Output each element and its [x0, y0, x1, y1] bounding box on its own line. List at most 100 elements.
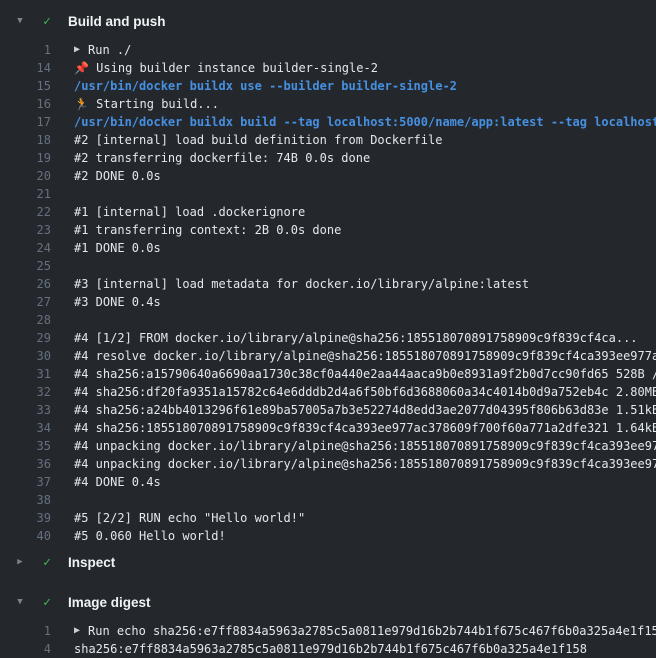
line-number-link[interactable]: 34: [0, 419, 51, 437]
log-line-text: #4 unpacking docker.io/library/alpine@sh…: [74, 455, 656, 473]
line-number-link[interactable]: 14: [0, 59, 51, 77]
log-line-text: /usr/bin/docker buildx build --tag local…: [74, 113, 656, 131]
log-line-text: /usr/bin/docker buildx use --builder bui…: [74, 77, 457, 95]
line-number-link[interactable]: 15: [0, 77, 51, 95]
log-line: 38: [0, 491, 656, 509]
line-number-link[interactable]: 19: [0, 149, 51, 167]
log-line: 30 #4 resolve docker.io/library/alpine@s…: [0, 347, 656, 365]
step-header[interactable]: ▶ ✓ Inspect: [0, 547, 656, 577]
log-line: 29 #4 [1/2] FROM docker.io/library/alpin…: [0, 329, 656, 347]
step-header[interactable]: ▼ ✓ Image digest: [0, 587, 656, 617]
log-line: 33 #4 sha256:a24bb4013296f61e89ba57005a7…: [0, 401, 656, 419]
line-number-link[interactable]: 25: [0, 257, 51, 275]
log-line: 21: [0, 185, 656, 203]
log-line: 16 🏃 Starting build...: [0, 95, 656, 113]
log-line-text: #4 sha256:df20fa9351a15782c64e6dddb2d4a6…: [74, 383, 656, 401]
log-line: 25: [0, 257, 656, 275]
log-line: 24 #1 DONE 0.0s: [0, 239, 656, 257]
log-line: 26 #3 [internal] load metadata for docke…: [0, 275, 656, 293]
log-line-text: #1 DONE 0.0s: [74, 239, 161, 257]
step-title: Inspect: [68, 555, 115, 570]
line-number-link[interactable]: 20: [0, 167, 51, 185]
step-title: Build and push: [68, 14, 166, 29]
line-number-link[interactable]: 29: [0, 329, 51, 347]
log-line-text: #4 [1/2] FROM docker.io/library/alpine@s…: [74, 329, 638, 347]
log-line: 15 /usr/bin/docker buildx use --builder …: [0, 77, 656, 95]
log-line: 28: [0, 311, 656, 329]
line-number-link[interactable]: 32: [0, 383, 51, 401]
line-number-link[interactable]: 17: [0, 113, 51, 131]
step-header[interactable]: ▼ ✓ Build and push: [0, 6, 656, 36]
line-number-link[interactable]: 31: [0, 365, 51, 383]
step-log-lines: 1 ▶ Run echo sha256:e7ff8834a5963a2785c5a…: [0, 617, 656, 658]
line-number-link[interactable]: 24: [0, 239, 51, 257]
log-line: 32 #4 sha256:df20fa9351a15782c64e6dddb2d…: [0, 383, 656, 401]
actions-log-viewer: { "theme": { "background": "#24282c", "h…: [0, 0, 656, 658]
log-step-section: ▼ ✓ Image digest 1 ▶ Run echo sha256:e7ff…: [0, 587, 656, 658]
line-number-link[interactable]: 35: [0, 437, 51, 455]
line-number-link[interactable]: 23: [0, 221, 51, 239]
log-line: 40 #5 0.060 Hello world!: [0, 527, 656, 545]
line-number-link[interactable]: 36: [0, 455, 51, 473]
log-line-text: #4 resolve docker.io/library/alpine@sha2…: [74, 347, 656, 365]
step-title: Image digest: [68, 595, 151, 610]
expand-step-icon[interactable]: ▶: [74, 41, 80, 59]
log-line: 14 📌 Using builder instance builder-sing…: [0, 59, 656, 77]
log-line: 31 #4 sha256:a15790640a6690aa1730c38cf0a…: [0, 365, 656, 383]
log-line: 39 #5 [2/2] RUN echo "Hello world!": [0, 509, 656, 527]
log-line-text: #2 DONE 0.0s: [74, 167, 161, 185]
log-line: 36 #4 unpacking docker.io/library/alpine…: [0, 455, 656, 473]
line-number-link[interactable]: 40: [0, 527, 51, 545]
log-line-text: #3 DONE 0.4s: [74, 293, 161, 311]
log-line-text: #1 [internal] load .dockerignore: [74, 203, 305, 221]
log-line-text: #4 DONE 0.4s: [74, 473, 161, 491]
log-line-text: Run ./: [88, 41, 131, 59]
line-number-link[interactable]: 27: [0, 293, 51, 311]
line-number-link[interactable]: 28: [0, 311, 51, 329]
line-number-link[interactable]: 38: [0, 491, 51, 509]
log-step-section: ▼ ✓ Build and push 1 ▶ Run ./ 14 📌 Using …: [0, 6, 656, 545]
log-sections: ▼ ✓ Build and push 1 ▶Run ./ 14 📌 Using …: [0, 6, 656, 658]
line-number-link[interactable]: 1: [0, 41, 51, 59]
line-number-link[interactable]: 33: [0, 401, 51, 419]
line-number-link[interactable]: 26: [0, 275, 51, 293]
chevron-icon[interactable]: ▶: [13, 557, 27, 567]
line-number-link[interactable]: 21: [0, 185, 51, 203]
log-line: 17 /usr/bin/docker buildx build --tag lo…: [0, 113, 656, 131]
line-number-link[interactable]: 1: [0, 622, 51, 640]
log-line-text: #2 [internal] load build definition from…: [74, 131, 442, 149]
log-line-text: Run echo sha256:e7ff8834a5963a2785c5a081…: [88, 622, 656, 640]
log-line: 1 ▶ Run ./: [0, 41, 656, 59]
log-line-text: #3 [internal] load metadata for docker.i…: [74, 275, 529, 293]
log-line: 19 #2 transferring dockerfile: 74B 0.0s …: [0, 149, 656, 167]
log-line: 18 #2 [internal] load build definition f…: [0, 131, 656, 149]
log-line-text: #5 [2/2] RUN echo "Hello world!": [74, 509, 305, 527]
log-line-text: #1 transferring context: 2B 0.0s done: [74, 221, 341, 239]
line-number-link[interactable]: 16: [0, 95, 51, 113]
log-line: 37 #4 DONE 0.4s: [0, 473, 656, 491]
log-step-section: ▶ ✓ Inspect: [0, 547, 656, 577]
chevron-icon[interactable]: ▼: [13, 16, 27, 26]
line-number-link[interactable]: 22: [0, 203, 51, 221]
step-log-lines: 1 ▶ Run ./ 14 📌 Using builder instance bu…: [0, 36, 656, 545]
log-line-text: 🏃 Starting build...: [74, 95, 219, 113]
log-line-text: #4 unpacking docker.io/library/alpine@sh…: [74, 437, 656, 455]
line-number-link[interactable]: 37: [0, 473, 51, 491]
log-line: 23 #1 transferring context: 2B 0.0s done: [0, 221, 656, 239]
log-line-text: 📌 Using builder instance builder-single-…: [74, 59, 378, 77]
line-number-link[interactable]: 4: [0, 640, 51, 658]
log-line: 35 #4 unpacking docker.io/library/alpine…: [0, 437, 656, 455]
check-success-icon: ✓: [39, 14, 55, 29]
expand-step-icon[interactable]: ▶: [74, 622, 80, 640]
line-number-link[interactable]: 18: [0, 131, 51, 149]
chevron-icon[interactable]: ▼: [13, 597, 27, 607]
log-line-text: #4 sha256:a15790640a6690aa1730c38cf0a440…: [74, 365, 656, 383]
log-line: 27 #3 DONE 0.4s: [0, 293, 656, 311]
log-line-text: #4 sha256:185518070891758909c9f839cf4ca3…: [74, 419, 656, 437]
log-line-text: #4 sha256:a24bb4013296f61e89ba57005a7b3e…: [74, 401, 656, 419]
log-line: 4 sha256:e7ff8834a5963a2785c5a0811e979d1…: [0, 640, 656, 658]
line-number-link[interactable]: 30: [0, 347, 51, 365]
line-number-link[interactable]: 39: [0, 509, 51, 527]
check-success-icon: ✓: [39, 595, 55, 610]
log-line-text: #2 transferring dockerfile: 74B 0.0s don…: [74, 149, 370, 167]
